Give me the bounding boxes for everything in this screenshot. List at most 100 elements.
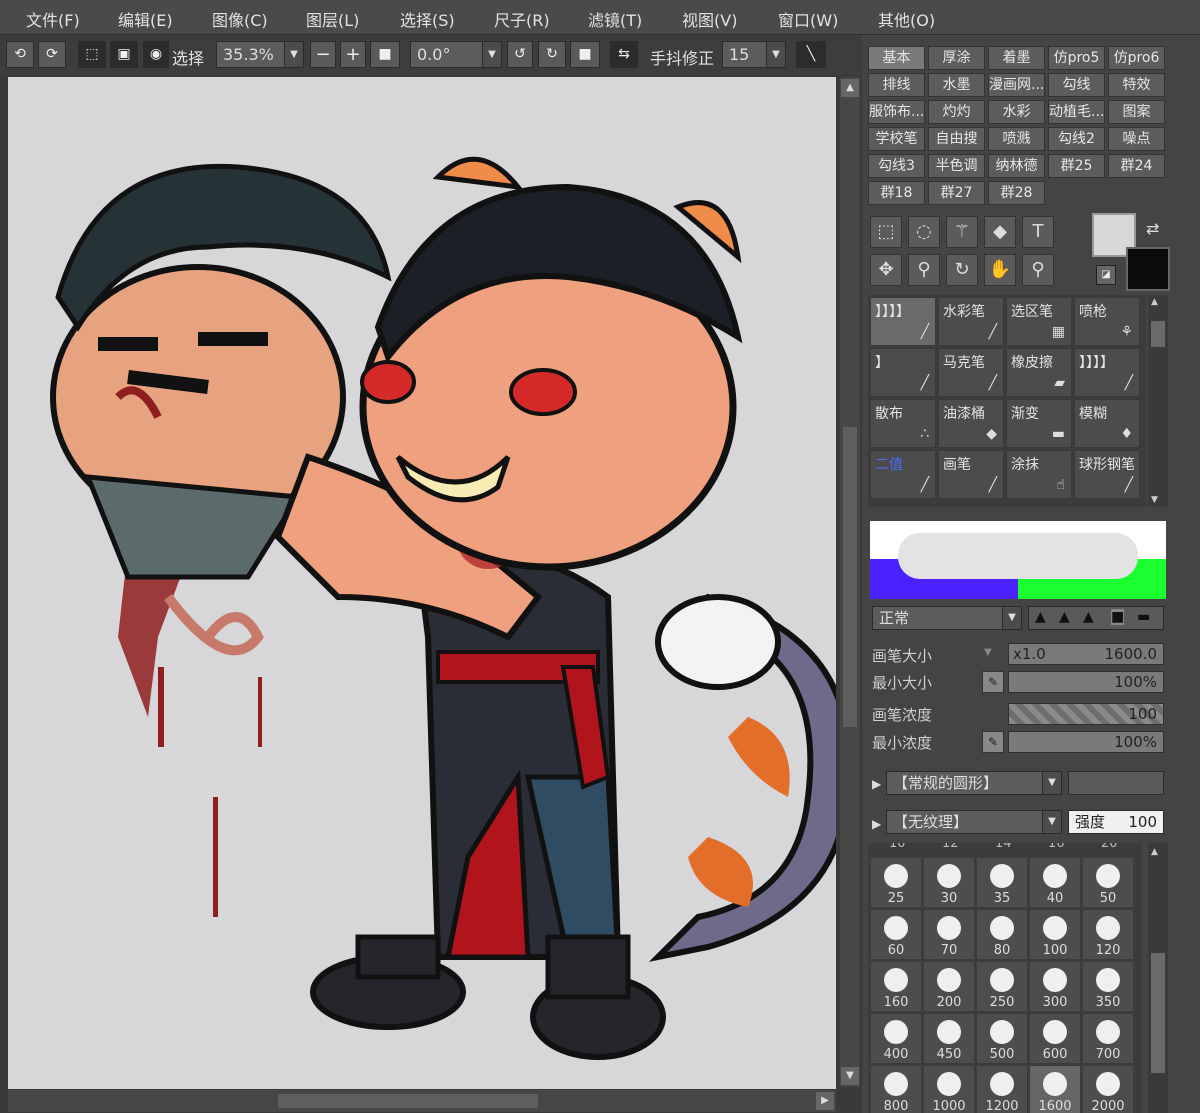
tab-halftone[interactable]: 半色调 — [928, 154, 985, 178]
rotate-left-icon[interactable]: ↺ — [507, 41, 533, 68]
pressure-icon[interactable]: ✎ — [982, 731, 1004, 753]
min-density-field[interactable]: 100% — [1008, 731, 1164, 753]
line-straight-icon[interactable]: ╲ — [796, 41, 826, 68]
tab-pro5[interactable]: 仿pro5 — [1048, 46, 1105, 70]
brush-size-preset[interactable]: 350 — [1082, 961, 1134, 1012]
shape-preset-5-icon[interactable]: ▬ — [1137, 609, 1150, 625]
scroll-up-icon[interactable]: ▲ — [1151, 297, 1158, 307]
brush-shape-select[interactable]: 【常规的圆形】 ▼ — [886, 771, 1062, 795]
menu-ruler[interactable]: 尺子(R) — [494, 7, 550, 31]
brush-cell-7[interactable]: 橡皮擦 ▰ — [1006, 348, 1072, 397]
brush-cell-15[interactable]: 涂抹 ☝ — [1006, 450, 1072, 499]
zoom-in-button[interactable]: + — [340, 41, 366, 68]
brush-size-preset[interactable]: 700 — [1082, 1013, 1134, 1064]
undo-icon[interactable]: ⟲ — [6, 41, 34, 68]
zoom-field[interactable]: 35.3% ▼ — [216, 41, 304, 68]
chevron-down-icon[interactable]: ▼ — [766, 42, 785, 67]
background-color-swatch[interactable] — [1126, 247, 1170, 291]
tab-free-search[interactable]: 自由搜 — [928, 127, 985, 151]
redo-icon[interactable]: ⟳ — [38, 41, 66, 68]
brush-size-preset[interactable]: 80 — [976, 909, 1028, 960]
scroll-thumb[interactable] — [843, 427, 857, 727]
swap-colors-icon[interactable]: ⇄ — [1146, 219, 1159, 238]
rect-select-icon[interactable]: ⬚ — [870, 216, 902, 248]
tab-wash[interactable]: 水墨 — [928, 73, 985, 97]
tab-lineart[interactable]: 勾线 — [1048, 73, 1105, 97]
tab-group28[interactable]: 群28 — [988, 181, 1045, 205]
menu-file[interactable]: 文件(F) — [26, 7, 80, 31]
move-icon[interactable]: ✥ — [870, 254, 902, 286]
brush-size-preset[interactable]: 300 — [1029, 961, 1081, 1012]
brush-size-preset[interactable]: 30 — [923, 857, 975, 908]
tab-lineart2[interactable]: 勾线2 — [1048, 127, 1105, 151]
scroll-up-icon[interactable]: ▲ — [1151, 847, 1158, 857]
brush-size-preset[interactable]: 1600 — [1029, 1065, 1081, 1113]
shape-preset-1-icon[interactable]: ▲ — [1035, 609, 1046, 625]
scroll-down-icon[interactable]: ▼ — [1151, 495, 1158, 505]
menu-filter[interactable]: 滤镜(T) — [588, 7, 642, 31]
menu-edit[interactable]: 编辑(E) — [118, 7, 173, 31]
shape-preset-3-icon[interactable]: ▲ — [1083, 609, 1094, 625]
brush-size-preset[interactable]: 50 — [1082, 857, 1134, 908]
brush-size-preset[interactable]: 1000 — [923, 1065, 975, 1113]
chevron-down-icon[interactable]: ▼ — [1042, 772, 1061, 794]
menu-layer[interactable]: 图层(L) — [306, 7, 359, 31]
tab-plant-fur[interactable]: 动植毛... — [1048, 100, 1105, 124]
menu-select[interactable]: 选择(S) — [400, 7, 455, 31]
stabilizer-field[interactable]: 15 ▼ — [722, 41, 786, 68]
chevron-down-icon[interactable]: ▼ — [1002, 607, 1021, 629]
brush-size-preset[interactable]: 450 — [923, 1013, 975, 1064]
brush-cell-4[interactable]: 喷枪 ⚘ — [1074, 297, 1140, 346]
flip-horizontal-icon[interactable]: ⇆ — [610, 41, 638, 68]
deselect-icon[interactable]: ⬚ — [78, 41, 106, 68]
tab-zhuozhuo[interactable]: 灼灼 — [928, 100, 985, 124]
brush-cell-10[interactable]: 油漆桶 ◆ — [938, 399, 1004, 448]
tab-lineart3[interactable]: 勾线3 — [868, 154, 925, 178]
scroll-up-icon[interactable]: ▲ — [841, 79, 859, 97]
rotate-right-icon[interactable]: ↻ — [538, 41, 566, 68]
tab-effects[interactable]: 特效 — [1108, 73, 1165, 97]
magic-wand-icon[interactable]: ⚚ — [946, 216, 978, 248]
zoom-icon[interactable]: ⚲ — [908, 254, 940, 286]
brush-density-field[interactable]: 100 — [1008, 703, 1164, 725]
brush-cell-14[interactable]: 画笔 ╱ — [938, 450, 1004, 499]
brush-size-preset[interactable]: 120 — [1082, 909, 1134, 960]
menu-image[interactable]: 图像(C) — [212, 7, 268, 31]
expand-shape-icon[interactable]: ▶ — [872, 777, 881, 791]
text-icon[interactable]: T — [1022, 216, 1054, 248]
reset-colors-icon[interactable]: ◪ — [1096, 265, 1116, 285]
size-palette-scrollbar[interactable]: ▲ — [1148, 843, 1168, 1113]
brush-cell-12[interactable]: 模糊 ♦ — [1074, 399, 1140, 448]
brush-size-preset[interactable]: 500 — [976, 1013, 1028, 1064]
scroll-down-icon[interactable]: ▼ — [841, 1067, 859, 1085]
rotate-icon[interactable]: ↻ — [946, 254, 978, 286]
tab-group25[interactable]: 群25 — [1048, 154, 1105, 178]
shape-preset-4-icon[interactable]: ■ — [1111, 609, 1125, 625]
chevron-down-icon[interactable]: ▼ — [284, 42, 303, 67]
brush-size-preset[interactable]: 100 — [1029, 909, 1081, 960]
eye-icon[interactable]: ◉ — [143, 41, 169, 68]
brush-cell-11[interactable]: 渐变 ▬ — [1006, 399, 1072, 448]
brush-cell-1[interactable]: 】】】】 ╱ — [870, 297, 936, 346]
zoom-out-button[interactable]: − — [310, 41, 336, 68]
horizontal-scrollbar[interactable]: ▶ — [8, 1090, 836, 1112]
lasso-select-icon[interactable]: ◌ — [908, 216, 940, 248]
tab-noise[interactable]: 噪点 — [1108, 127, 1165, 151]
brush-size-preset[interactable]: 200 — [923, 961, 975, 1012]
menu-view[interactable]: 视图(V) — [682, 7, 737, 31]
tab-group27[interactable]: 群27 — [928, 181, 985, 205]
shape-strength-field[interactable] — [1068, 771, 1164, 795]
tab-watercolor[interactable]: 水彩 — [988, 100, 1045, 124]
hand-icon[interactable]: ✋ — [984, 254, 1016, 286]
scroll-thumb[interactable] — [1151, 953, 1165, 1073]
invert-selection-icon[interactable]: ▣ — [110, 41, 138, 68]
tab-impasto[interactable]: 厚涂 — [928, 46, 985, 70]
brush-cell-8[interactable]: 】】】】 ╱ — [1074, 348, 1140, 397]
scroll-thumb[interactable] — [278, 1094, 538, 1108]
vertical-scrollbar[interactable]: ▲ ▼ — [840, 77, 860, 1087]
brush-size-preset[interactable]: 1200 — [976, 1065, 1028, 1113]
brush-size-preset[interactable]: 400 — [870, 1013, 922, 1064]
scroll-thumb[interactable] — [1151, 321, 1165, 347]
brush-cell-9[interactable]: 散布 ∴ — [870, 399, 936, 448]
bucket-icon[interactable]: ◆ — [984, 216, 1016, 248]
